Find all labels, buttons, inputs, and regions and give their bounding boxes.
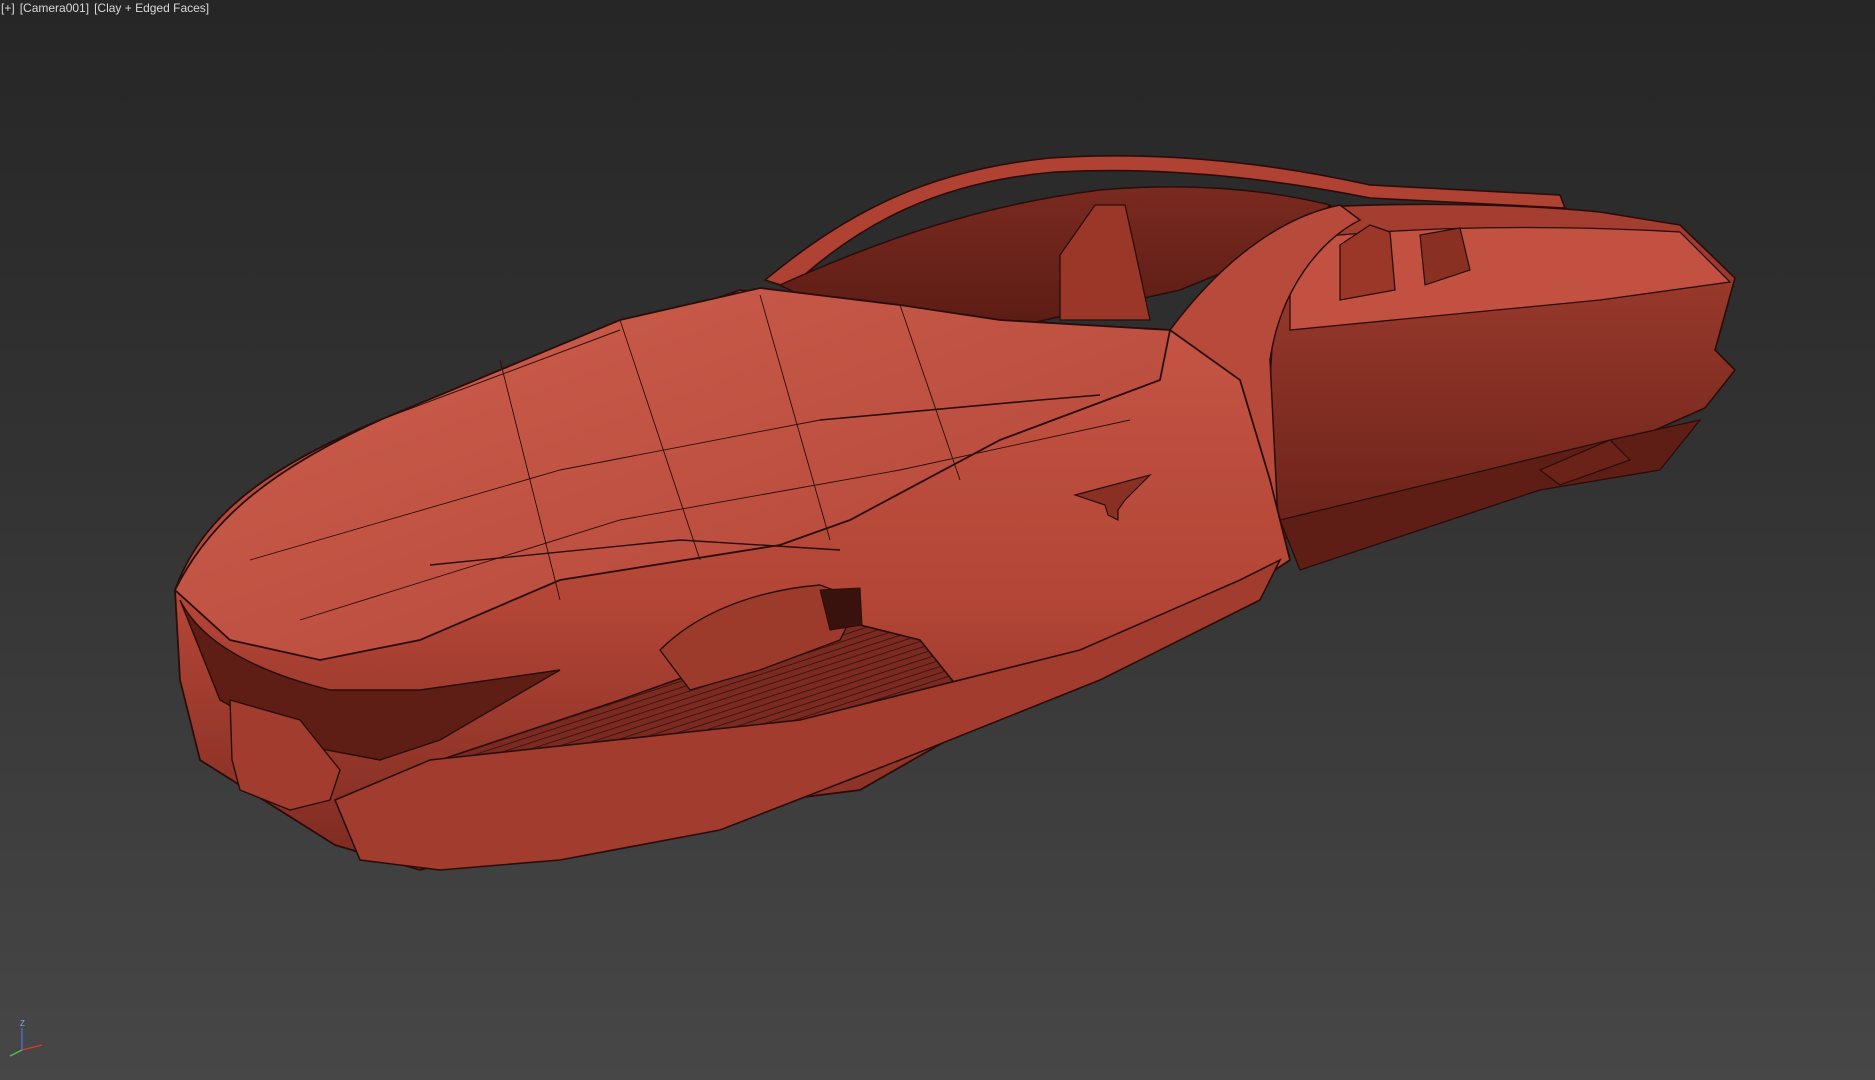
perspective-viewport[interactable]: [+] [Camera001] [Clay + Edged Faces] Z [0,0,1875,1080]
scene-canvas[interactable] [0,0,1875,1080]
axis-gizmo: Z [9,1020,43,1057]
y-axis-line [9,1049,23,1057]
rear-body [1259,203,1737,571]
x-axis-line [21,1044,43,1051]
z-axis-label: Z [20,1020,25,1028]
